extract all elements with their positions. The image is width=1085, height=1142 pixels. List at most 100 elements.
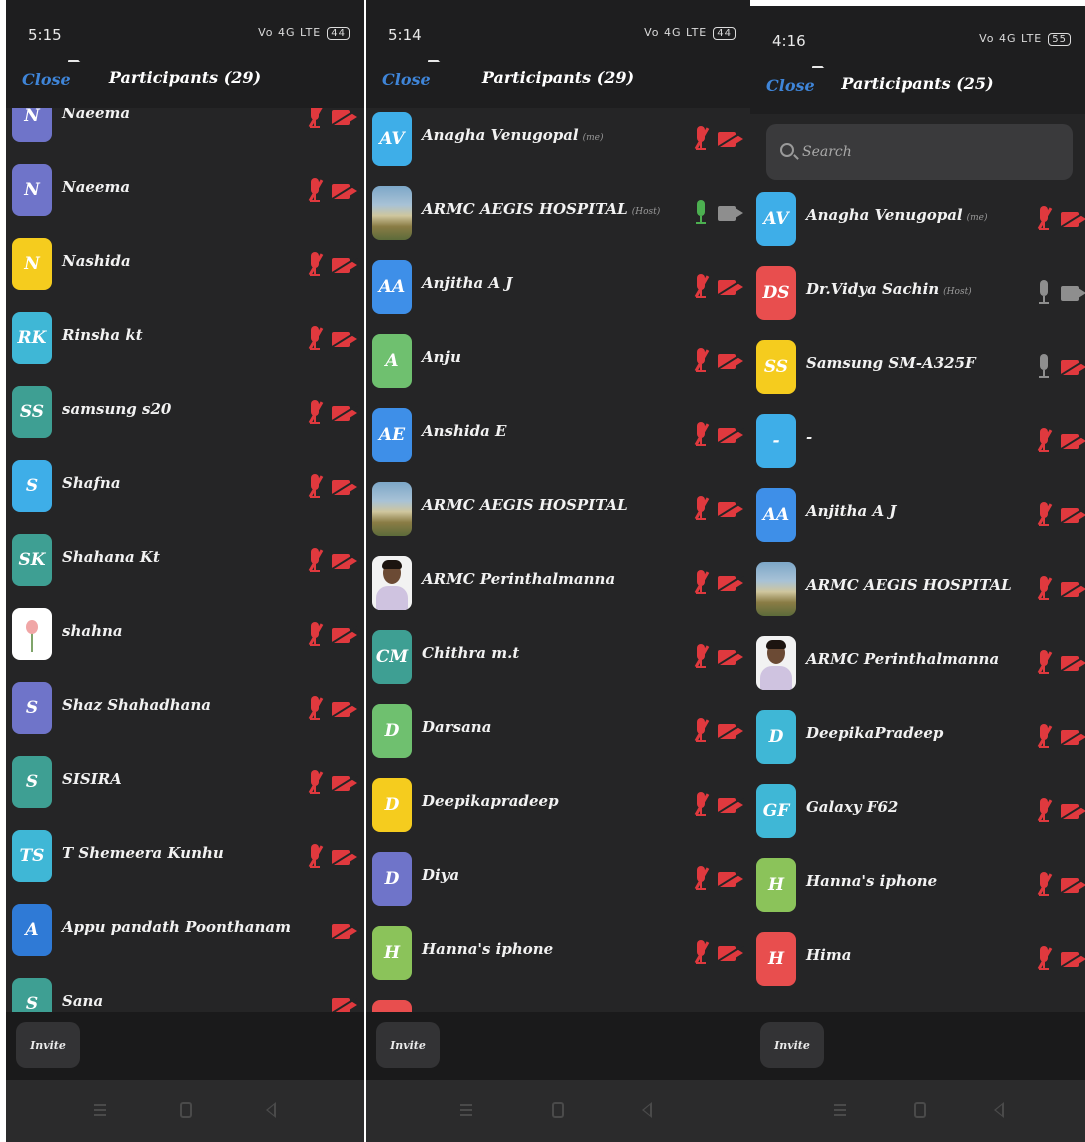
back-icon[interactable] [266,1102,276,1118]
participant-row[interactable]: GF Galaxy F62 [750,774,1085,848]
participant-row[interactable]: N Nashida [6,228,364,302]
avatar: DS [756,266,796,320]
recent-apps-icon[interactable] [94,1104,106,1116]
participant-name-row: Deepikapradeep [422,792,559,810]
participant-row[interactable]: RK Rinsha kt [6,302,364,376]
mic-muted-icon [308,252,322,278]
video-off-icon [332,626,358,644]
participant-row[interactable]: DS Dr.Vidya Sachin (Host) [750,256,1085,330]
avatar-initials: A [385,351,399,371]
participant-row[interactable]: S Shafna [6,450,364,524]
participant-name-row: Hima [806,946,851,964]
participant-row[interactable]: SS Samsung SM-A325F [750,330,1085,404]
avatar: TS [12,830,52,882]
avatar: A [372,334,412,388]
participant-name: ARMC Perinthalmanna [806,650,1000,668]
avatar [756,562,796,616]
video-off-icon [1061,432,1085,450]
participant-row[interactable]: CM Chithra m.t [366,620,750,694]
participant-name: Hima [806,946,852,964]
participant-row[interactable]: SK Shahana Kt [6,524,364,598]
avatar: AV [756,192,796,246]
invite-button[interactable]: Invite [376,1022,440,1068]
participant-name-row: ARMC AEGIS HOSPITAL [806,576,1012,594]
search-input[interactable] [802,138,1002,166]
participant-list[interactable]: AV Anagha Venugopal (me) ARMC AEGIS HOSPITA… [366,108,750,1012]
participant-row[interactable]: S Shaz Shahadhana [6,672,364,746]
participant-row[interactable]: shahna [6,598,364,672]
participant-row[interactable]: ARMC Perinthalmanna [366,546,750,620]
participant-row[interactable]: S Sana [6,968,364,1012]
participant-row[interactable]: ARMC AEGIS HOSPITAL [366,472,750,546]
participant-list[interactable]: N Naeema N Naeema N Nashida RK Rinsha kt SS samsu… [6,108,364,1012]
participant-row[interactable]: AV Anagha Venugopal (me) [750,182,1085,256]
avatar-initials: AA [762,505,790,525]
participant-row[interactable]: H Hanna's iphone [366,916,750,990]
participant-row[interactable]: A Appu pandath Poonthanam [6,894,364,968]
avatar: S [12,978,52,1012]
invite-button[interactable]: Invite [760,1022,824,1068]
participant-name: Dr.Vidya Sachin [806,280,940,298]
system-nav-bar [6,1080,364,1142]
participant-name-row: ARMC Perinthalmanna [806,650,999,668]
battery-icon: 44 [327,27,350,40]
participant-row[interactable]: SS samsung s20 [6,376,364,450]
participant-name: DeepikaPradeep [806,724,944,742]
avatar: CM [372,630,412,684]
home-icon[interactable] [914,1102,926,1118]
video-off-icon [1061,950,1085,968]
participant-row[interactable]: AA Anjitha A J [750,478,1085,552]
avatar-initials: D [384,721,400,741]
participant-row[interactable]: TS T Shemeera Kunhu [6,820,364,894]
back-icon[interactable] [642,1102,652,1118]
recent-apps-icon[interactable] [834,1104,846,1116]
status-time: 5:15 [28,26,62,44]
participant-name-row: Chithra m.t [422,644,519,662]
home-icon[interactable] [552,1102,564,1118]
search-bar[interactable] [766,124,1073,180]
participant-row[interactable]: ARMC AEGIS HOSPITAL [750,552,1085,626]
avatar: SK [12,534,52,586]
participant-row[interactable]: H Hima [750,922,1085,996]
avatar: AV [372,112,412,166]
participant-row[interactable]: AA Anjitha A J [366,250,750,324]
participant-row[interactable]: D Diya [366,842,750,916]
participant-row[interactable]: H Hanna's iphone [750,848,1085,922]
video-off-icon [1061,802,1085,820]
participant-row[interactable]: -- [750,404,1085,478]
participant-name: Anagha Venugopal [806,206,963,224]
battery-icon: 55 [1048,33,1071,46]
participant-row[interactable]: ARMC AEGIS HOSPITAL (Host) [366,176,750,250]
participant-name: ARMC AEGIS HOSPITAL [422,496,628,514]
back-icon[interactable] [994,1102,1004,1118]
mic-muted-icon [308,548,322,574]
participant-row[interactable]: D Deepikapradeep [366,768,750,842]
participant-row[interactable]: N Naeema [6,154,364,228]
participant-row[interactable]: ARMC Perinthalmanna [750,626,1085,700]
microphone-icon [1037,354,1051,380]
participant-list[interactable]: AV Anagha Venugopal (me) DS Dr.Vidya Sachin(… [750,182,1085,1012]
avatar: D [372,852,412,906]
participant-row[interactable] [366,990,750,1012]
battery-icon: 44 [713,27,736,40]
participant-row[interactable]: D DeepikaPradeep [750,700,1085,774]
participant-row[interactable]: AV Anagha Venugopal (me) [366,108,750,176]
recent-apps-icon[interactable] [460,1104,472,1116]
participant-row[interactable]: N Naeema [6,108,364,154]
participant-row[interactable]: A Anju [366,324,750,398]
header: Close Participants (25) [750,68,1085,114]
avatar: H [372,926,412,980]
participant-row[interactable]: D Darsana [366,694,750,768]
video-off-icon [718,574,744,592]
avatar-initials: H [767,875,785,895]
participant-name: SISIRA [62,770,122,788]
home-icon[interactable] [180,1102,192,1118]
mic-muted-icon [694,496,708,522]
mic-muted-icon [1037,724,1051,750]
avatar-initials: GF [762,801,790,821]
avatar-initials: S [25,476,39,496]
avatar-initials: H [767,949,785,969]
participant-row[interactable]: AE Anshida E [366,398,750,472]
participant-row[interactable]: S SISIRA [6,746,364,820]
invite-button[interactable]: Invite [16,1022,80,1068]
